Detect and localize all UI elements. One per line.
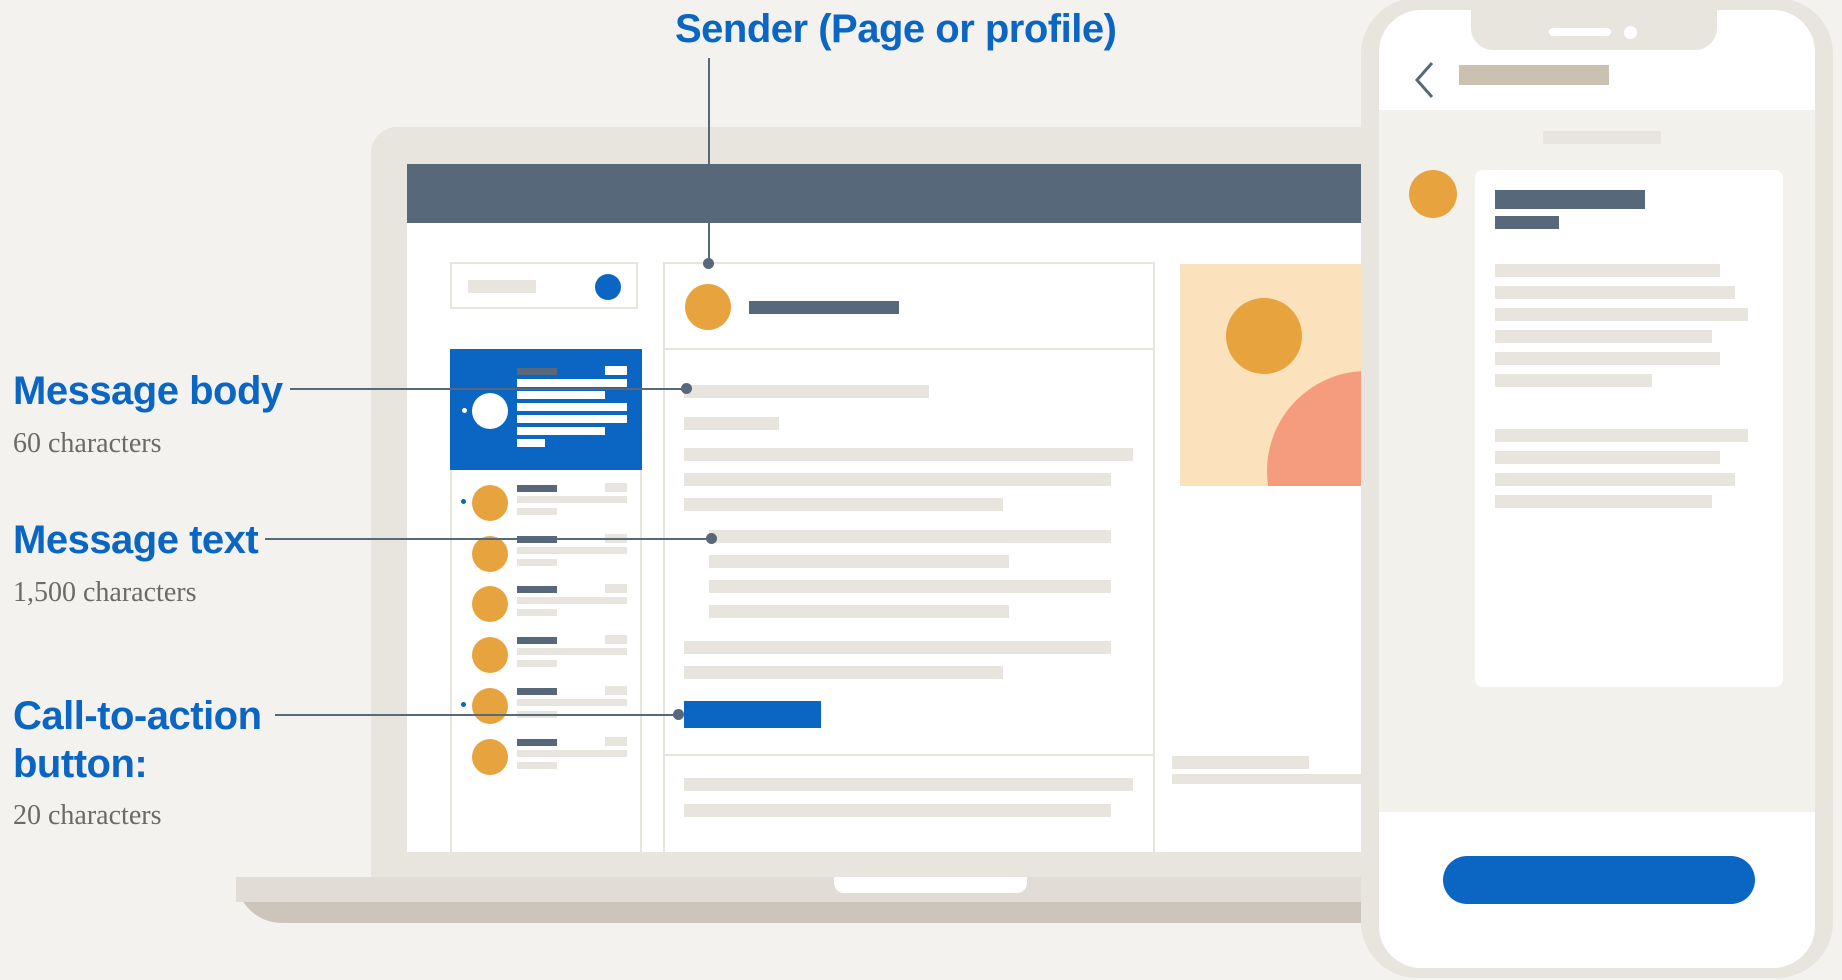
- avatar: [472, 586, 508, 622]
- selected-avatar: [472, 393, 508, 429]
- header-divider: [665, 348, 1153, 350]
- sender-connector: [708, 58, 710, 264]
- laptop-notch: [834, 877, 1027, 893]
- search-placeholder-bar: [468, 280, 536, 293]
- unread-dot-icon: [461, 499, 466, 504]
- camera-dot: [1624, 26, 1637, 39]
- phone-notch: [1471, 10, 1717, 50]
- footer-divider: [665, 754, 1153, 756]
- conversation-row[interactable]: [450, 631, 642, 681]
- message-body-label: Message body: [13, 369, 283, 413]
- message-body-bar: [684, 385, 929, 398]
- message-text-pin: [706, 533, 717, 544]
- phone-title-bar: [1459, 65, 1609, 85]
- avatar: [472, 688, 508, 724]
- laptop-screen: [407, 164, 1407, 852]
- message-body-limit: 60 characters: [13, 428, 162, 459]
- conversation-row[interactable]: [450, 682, 642, 732]
- message-text-bar: [709, 530, 1111, 543]
- cta-pin: [673, 709, 684, 720]
- sender-name-bar: [749, 301, 899, 314]
- avatar: [472, 485, 508, 521]
- cta-connector: [275, 714, 677, 716]
- search-box[interactable]: [450, 262, 638, 309]
- message-body-connector: [290, 388, 685, 390]
- ad-sun-shape: [1226, 298, 1302, 374]
- sender-avatar: [685, 284, 731, 330]
- message-body-pin: [681, 383, 692, 394]
- unread-dot-icon: [461, 702, 466, 707]
- speaker-grille: [1549, 28, 1611, 36]
- message-pane: [663, 262, 1155, 852]
- chevron-left-icon[interactable]: [1413, 60, 1435, 100]
- cta-button[interactable]: [684, 701, 821, 728]
- message-text-connector: [265, 538, 711, 540]
- cta-label-line1: Call-to-action: [13, 694, 262, 738]
- phone-device: [1361, 0, 1833, 978]
- cta-limit: 20 characters: [13, 800, 162, 831]
- selected-conversation[interactable]: [450, 349, 642, 470]
- phone-conversation-area: [1379, 110, 1815, 812]
- conversation-row[interactable]: [450, 580, 642, 630]
- date-divider: [1543, 131, 1661, 144]
- message-text-limit: 1,500 characters: [13, 577, 197, 608]
- avatar: [472, 637, 508, 673]
- conversation-row[interactable]: [450, 479, 642, 529]
- sender-label: Sender (Page or profile): [675, 7, 1117, 51]
- avatar: [472, 536, 508, 572]
- phone-screen: [1379, 10, 1815, 968]
- phone-cta-button[interactable]: [1443, 856, 1755, 904]
- conversation-row[interactable]: [450, 733, 642, 783]
- cta-label-line2: button:: [13, 742, 148, 786]
- phone-message-card: [1475, 170, 1783, 687]
- unread-dot-icon: [462, 408, 467, 413]
- sender-pin: [703, 258, 714, 269]
- laptop-base-top: [236, 877, 1426, 902]
- laptop-topbar: [407, 164, 1407, 223]
- avatar: [472, 739, 508, 775]
- notification-dot-icon: [595, 274, 621, 300]
- message-text-label: Message text: [13, 518, 259, 562]
- phone-sender-avatar: [1409, 170, 1457, 218]
